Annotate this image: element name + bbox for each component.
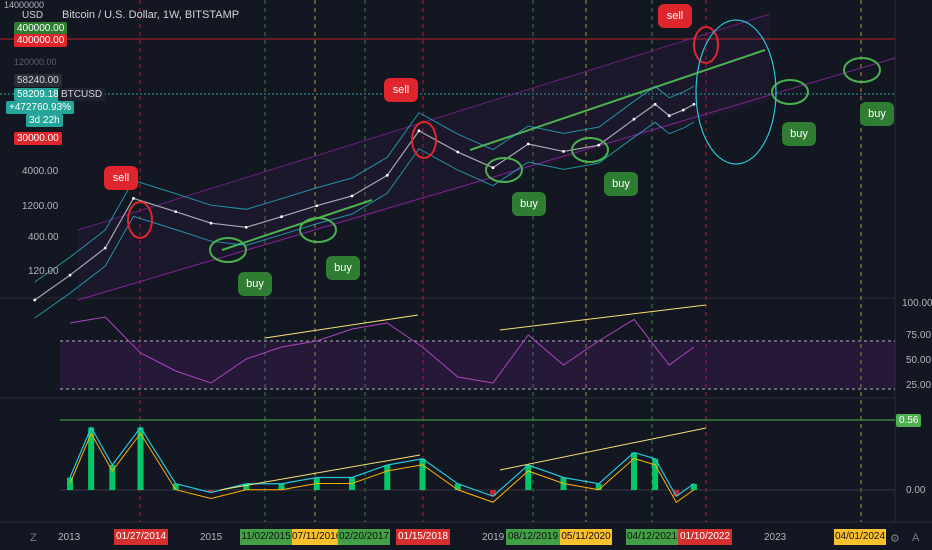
price-tag-red-bottom: 30000.00 [14,132,62,145]
buy-circle-5 [771,79,809,105]
date-tag-5: 01/15/2018 [396,529,450,545]
price-point-16 [562,150,565,153]
sell-callout-1: sell [104,166,138,190]
price-label-4000: 4000.00 [22,166,59,177]
zoom-icon[interactable]: Z [30,532,37,544]
price-point-17 [597,143,601,147]
osc-divergence-2 [499,427,707,471]
rsi-panel [60,304,895,390]
rsi-divergence-2 [499,304,707,331]
price-point-12 [417,129,421,133]
buy-callout-4: buy [604,172,638,196]
price-point-22 [692,102,696,106]
price-point-10 [350,194,354,198]
countdown-tag: 3d 22h [26,114,63,127]
price-point-14 [491,166,495,170]
last-price-tag: 58209.18 [14,88,62,101]
price-point-18 [632,117,636,121]
rsi-level-75: 75.00 [906,330,932,341]
year-2013: 2013 [58,532,81,543]
price-label-1200: 1200.00 [22,201,59,212]
price-label-400: 400.00 [28,232,59,243]
price-point-2 [68,273,72,277]
chart-title: Bitcoin / U.S. Dollar, 1W, BITSTAMP [62,9,240,21]
price-point-13 [456,150,460,154]
buy-callout-5: buy [782,122,816,146]
sell-callout-2: sell [384,78,418,102]
price-point-6 [209,221,213,225]
price-label-top: 14000000 [4,0,45,10]
buy-callout-2: buy [326,256,360,280]
currency-label: USD [22,10,44,21]
date-tag-9: 01/10/2022 [678,529,732,545]
symbol-tag: BTCUSD [58,88,106,101]
last-change-tag: +472760.93% [6,101,75,114]
price-point-8 [280,215,283,219]
oscillator-panel [60,419,895,503]
buy-callout-1: buy [238,272,272,296]
buy-callout-6: buy [860,102,894,126]
date-tag-8: 04/12/2021 [626,529,678,545]
year-2023: 2023 [764,532,787,543]
osc-bar-12 [419,458,426,490]
year-2019: 2019 [482,532,505,543]
date-tag-2: 11/02/2015 [240,529,292,545]
gear-icon[interactable]: ⚙ [890,532,900,545]
price-point-7 [244,225,248,229]
date-tag-1: 01/27/2014 [114,529,168,545]
price-point-5 [174,210,178,214]
sell-callout-3: sell [658,4,692,28]
price-point-11 [385,173,389,177]
rsi-band [60,341,895,389]
buy-callout-3: buy [512,192,546,216]
rsi-divergence-1 [264,314,419,339]
price-point-4 [132,196,135,200]
price-point-3 [103,246,107,250]
price-point-20 [667,114,671,118]
price-point-1 [33,298,37,302]
price-tag-58240: 58240.00 [14,74,62,87]
chart-canvas [0,0,932,523]
date-tag-10: 04/01/2024 [834,529,886,545]
price-tag-red-top: 400000.00 [14,34,68,47]
rsi-level-100: 100.00 [902,298,932,309]
date-tag-3: 07/11/2016 [292,529,338,545]
buy-circle-6 [843,57,881,83]
auto-scale-icon[interactable]: A [912,532,919,544]
year-2015: 2015 [200,532,223,543]
date-tag-6: 08/12/2019 [506,529,560,545]
price-point-9 [315,204,319,208]
osc-signal-line [69,432,695,503]
price-label-mid: 120000.00 [14,57,57,67]
osc-level-0: 0.00 [906,485,926,496]
osc-bar-11 [384,465,391,490]
osc-value-tag: 0.56 [896,414,922,427]
price-point-19 [653,102,657,106]
date-tag-7: 05/11/2020 [560,529,612,545]
date-tag-4: 02/20/2017 [338,529,390,545]
osc-bar-15 [525,465,532,490]
price-point-21 [681,108,685,112]
rsi-level-25: 25.00 [906,380,932,391]
price-label-120: 120.00 [28,266,59,277]
price-point-15 [526,142,530,146]
rsi-level-50: 50.00 [906,355,932,366]
regression-channel [77,13,896,301]
